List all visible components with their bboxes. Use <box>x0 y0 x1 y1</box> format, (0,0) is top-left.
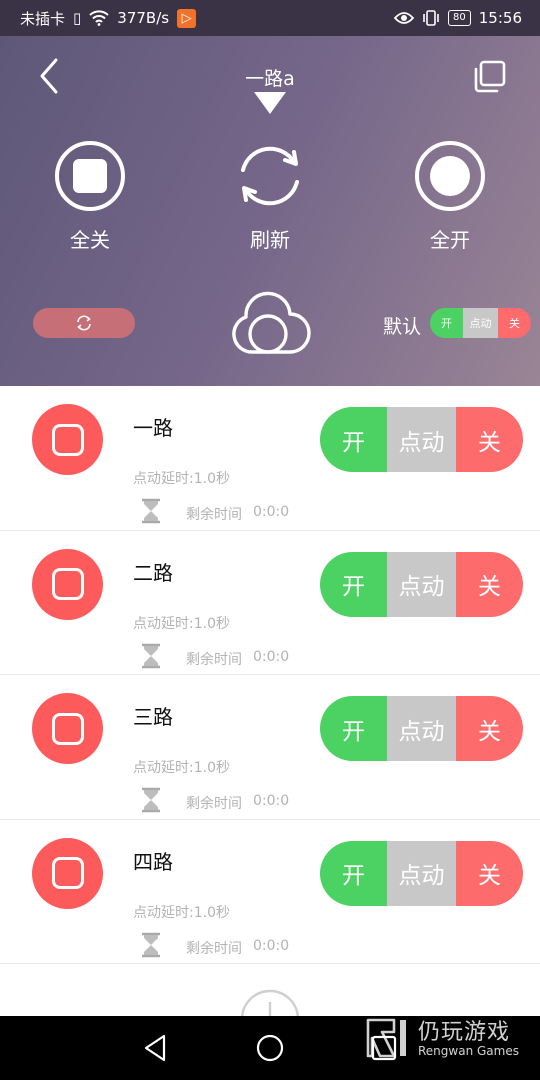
watermark-logo-icon <box>366 1018 406 1058</box>
default-mode-label: 默认 <box>383 316 422 338</box>
remaining-time-value: 0:0:0 <box>253 937 290 954</box>
battery-icon: 80 <box>448 10 471 26</box>
channel-list: 一路 点动延时:1.0秒 剩余时间 0:0:0 开 点动 关 二路 点动延时:1… <box>0 386 540 964</box>
pulse-delay-text: 点动延时:1.0秒 <box>133 471 230 487</box>
sim-icon: ▯ <box>73 8 82 27</box>
sync-icon <box>77 315 91 331</box>
hourglass-icon <box>142 643 160 668</box>
remaining-time-value: 0:0:0 <box>253 504 290 520</box>
status-bar: 未插卡 ▯ 377B/s ▷ 80 15:56 <box>0 0 540 36</box>
channel-name: 三路 <box>133 705 173 729</box>
pulse-option[interactable]: 点动 <box>387 840 456 906</box>
remaining-time-label: 剩余时间 <box>186 940 242 957</box>
hourglass-icon <box>142 498 160 524</box>
watermark-cn-text: 仍玩游戏 <box>418 1020 511 1045</box>
dropdown-caret-icon[interactable] <box>252 90 288 116</box>
sync-toggle-button[interactable] <box>33 308 135 338</box>
watermark-en-text: Rengwan Games <box>418 1044 519 1058</box>
remaining-time-label: 剩余时间 <box>186 796 242 812</box>
all-off-label: 全关 <box>70 228 110 252</box>
on-option[interactable]: 开 <box>320 551 387 617</box>
pulse-delay-text: 点动延时:1.0秒 <box>133 904 230 921</box>
carrier-text: 未插卡 <box>20 9 66 28</box>
nav-home-icon[interactable] <box>255 1033 285 1063</box>
remaining-time-label: 剩余时间 <box>186 651 242 668</box>
channel-switch[interactable]: 开 点动 关 <box>320 696 523 761</box>
wifi-icon <box>89 10 109 26</box>
cloud-icon[interactable] <box>228 290 312 360</box>
channel-status-icon[interactable] <box>32 693 103 764</box>
pulse-delay-text: 点动延时:1.0秒 <box>133 615 230 632</box>
channel-row: 二路 点动延时:1.0秒 剩余时间 0:0:0 开 点动 关 <box>0 530 540 675</box>
channel-status-icon[interactable] <box>32 837 103 909</box>
all-on-label: 全开 <box>430 228 470 252</box>
channel-name: 四路 <box>133 849 173 874</box>
pulse-option[interactable]: 点动 <box>387 696 456 761</box>
channel-switch[interactable]: 开 点动 关 <box>320 407 523 472</box>
net-speed-text: 377B/s <box>117 9 170 27</box>
refresh-icon <box>241 146 299 206</box>
pulse-delay-text: 点动延时:1.0秒 <box>133 760 230 776</box>
eye-icon <box>394 12 415 24</box>
off-option[interactable]: 关 <box>456 696 523 761</box>
default-off-option[interactable]: 关 <box>498 308 531 338</box>
on-option[interactable]: 开 <box>320 407 387 472</box>
channel-status-icon[interactable] <box>32 404 103 475</box>
stop-icon <box>55 141 125 211</box>
default-mode-toggle[interactable]: 开 点动 关 <box>430 308 531 338</box>
all-on-button[interactable]: 全开 <box>380 140 520 253</box>
clock-text: 15:56 <box>478 9 522 27</box>
remaining-time-value: 0:0:0 <box>253 793 290 809</box>
channel-switch[interactable]: 开 点动 关 <box>320 840 523 906</box>
app-notification-icon: ▷ <box>177 8 197 28</box>
default-pulse-option[interactable]: 点动 <box>463 308 498 338</box>
default-on-option[interactable]: 开 <box>430 308 463 338</box>
channel-status-icon[interactable] <box>32 548 103 620</box>
pulse-option[interactable]: 点动 <box>387 407 456 472</box>
channel-row: 三路 点动延时:1.0秒 剩余时间 0:0:0 开 点动 关 <box>0 675 540 820</box>
channel-row: 四路 点动延时:1.0秒 剩余时间 0:0:0 开 点动 关 <box>0 819 540 964</box>
channel-switch[interactable]: 开 点动 关 <box>320 551 523 617</box>
off-option[interactable]: 关 <box>456 407 523 472</box>
copy-icon[interactable] <box>470 58 508 96</box>
refresh-button[interactable]: 刷新 <box>200 140 340 253</box>
pulse-option[interactable]: 点动 <box>387 551 456 617</box>
vibrate-icon <box>423 10 439 26</box>
remaining-time-label: 剩余时间 <box>186 507 242 523</box>
off-option[interactable]: 关 <box>456 840 523 906</box>
page-title[interactable]: 一路a <box>170 64 370 91</box>
hourglass-icon <box>142 932 160 957</box>
all-off-button[interactable]: 全关 <box>20 140 160 253</box>
hourglass-icon <box>142 787 160 813</box>
channel-name: 一路 <box>133 416 173 440</box>
remaining-time-value: 0:0:0 <box>253 648 290 665</box>
channel-name: 二路 <box>133 560 173 585</box>
off-option[interactable]: 关 <box>456 551 523 617</box>
on-option[interactable]: 开 <box>320 840 387 906</box>
back-icon[interactable] <box>30 56 70 96</box>
on-option[interactable]: 开 <box>320 696 387 761</box>
record-icon <box>415 141 485 211</box>
nav-back-icon[interactable] <box>140 1032 170 1064</box>
header-panel: 一路a 全关 刷新 全开 默认 开 点动 关 <box>0 36 540 386</box>
watermark: 仍玩游戏 Rengwan Games <box>364 1014 534 1064</box>
refresh-label: 刷新 <box>250 228 290 252</box>
add-icon[interactable] <box>240 988 300 1018</box>
channel-row: 一路 点动延时:1.0秒 剩余时间 0:0:0 开 点动 关 <box>0 386 540 531</box>
